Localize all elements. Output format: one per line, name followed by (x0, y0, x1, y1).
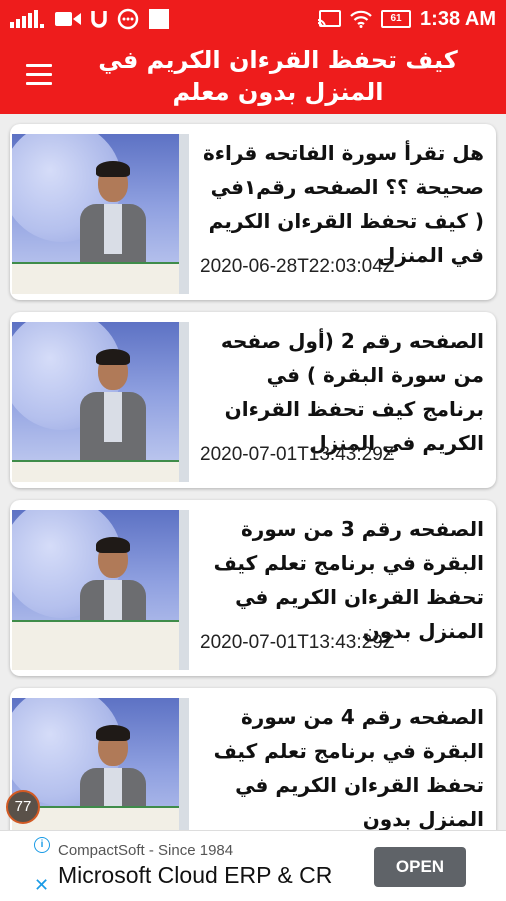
ad-headline[interactable]: Microsoft Cloud ERP & CR (58, 862, 332, 889)
video-thumbnail[interactable] (12, 322, 189, 482)
page-title: كيف تحفظ القرءان الكريم في المنزل بدون م… (98, 46, 458, 106)
ad-sponsor: CompactSoft - Since 1984 (58, 842, 234, 859)
status-bar: 61 1:38 AM (0, 0, 506, 38)
wifi-icon (350, 10, 372, 28)
video-date: 2020-07-01T13:43:29Z (200, 632, 395, 653)
messenger-icon (117, 8, 139, 30)
video-date: 2020-07-01T13:43:29Z (200, 444, 395, 465)
battery-icon: 61 (381, 10, 412, 28)
blank-square-icon (149, 9, 169, 29)
hamburger-menu-icon[interactable] (26, 64, 52, 86)
video-title[interactable]: الصفحه رقم 2 (أول صفحه من سورة البقرة ) … (200, 324, 484, 460)
status-left-icons (10, 0, 170, 38)
status-right-icons: 61 1:38 AM (317, 0, 496, 38)
ad-open-button[interactable]: OPEN (374, 847, 466, 887)
ad-info-icon[interactable]: i (34, 837, 50, 853)
signal-icon (10, 10, 44, 28)
u-icon (91, 11, 107, 28)
video-thumbnail[interactable] (12, 510, 189, 670)
video-title[interactable]: الصفحه رقم 3 من سورة البقرة في برنامج تع… (200, 512, 484, 648)
cast-icon (317, 10, 342, 28)
video-date: 2020-06-28T22:03:04Z (200, 256, 395, 277)
app-bar: كيف تحفظ القرءان الكريم في المنزل بدون م… (0, 38, 506, 114)
ad-banner[interactable]: i ✕ CompactSoft - Since 1984 Microsoft C… (0, 830, 506, 901)
video-title[interactable]: هل تقرأ سورة الفاتحه قراءة صحيحة ؟؟ الصف… (200, 136, 484, 272)
floating-counter-badge[interactable]: 77 (6, 790, 40, 824)
video-camera-icon (55, 12, 81, 26)
video-card[interactable]: الصفحه رقم 3 من سورة البقرة في برنامج تع… (10, 500, 496, 676)
video-thumbnail[interactable] (12, 134, 189, 294)
ad-close-icon[interactable]: ✕ (34, 875, 49, 896)
video-title[interactable]: الصفحه رقم 4 من سورة البقرة في برنامج تع… (200, 700, 484, 836)
video-card[interactable]: الصفحه رقم 2 (أول صفحه من سورة البقرة ) … (10, 312, 496, 488)
video-card[interactable]: هل تقرأ سورة الفاتحه قراءة صحيحة ؟؟ الصف… (10, 124, 496, 300)
status-time: 1:38 AM (420, 7, 496, 30)
